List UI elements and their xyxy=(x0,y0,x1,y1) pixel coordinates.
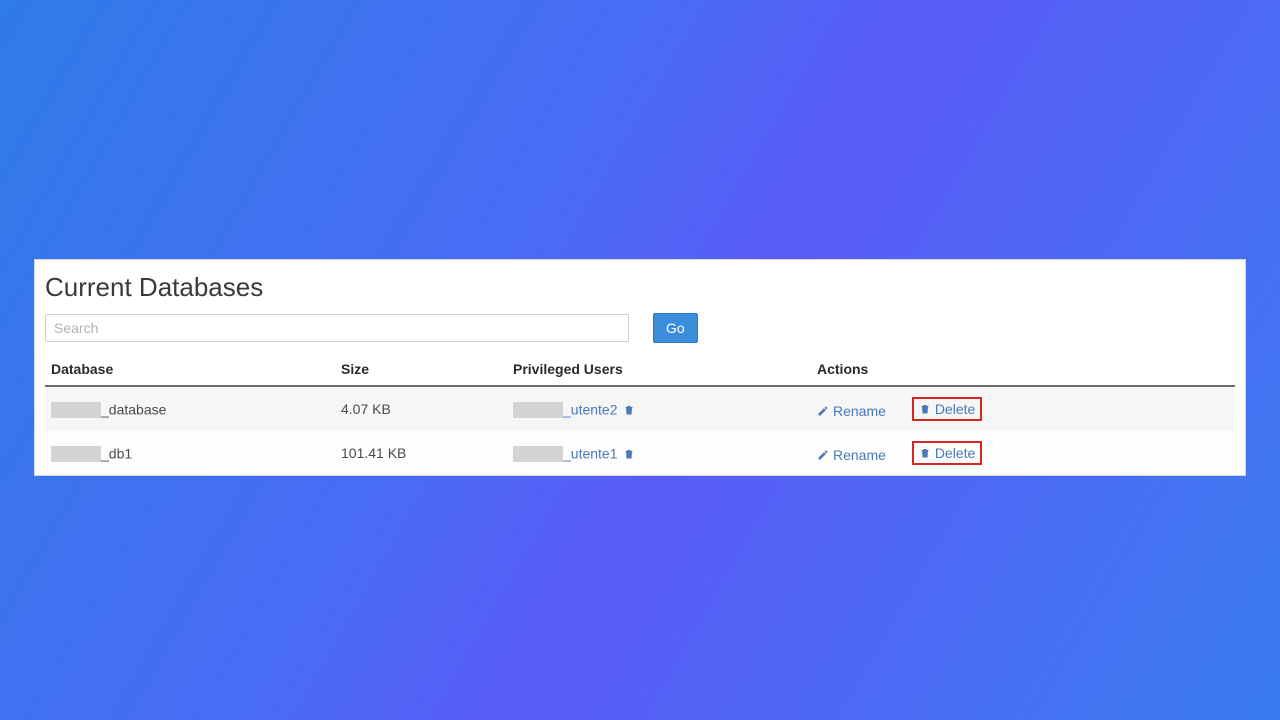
rename-label: Rename xyxy=(833,447,886,463)
delete-action[interactable]: Delete xyxy=(919,401,975,417)
table-row: _db1 101.41 KB _utente1 xyxy=(45,431,1235,475)
col-database-header: Database xyxy=(45,355,335,386)
col-actions-header: Actions xyxy=(811,355,1235,386)
databases-table: Database Size Privileged Users Actions _… xyxy=(45,355,1235,475)
redacted-prefix xyxy=(513,402,563,418)
delete-label: Delete xyxy=(935,445,975,461)
trash-icon[interactable] xyxy=(623,404,635,416)
redacted-prefix xyxy=(51,446,101,462)
delete-highlight: Delete xyxy=(912,397,982,421)
databases-panel: Current Databases Go Database Size Privi… xyxy=(34,259,1246,476)
privileged-user-link[interactable]: _utente1 xyxy=(563,446,618,462)
database-name: _db1 xyxy=(101,446,132,462)
rename-action[interactable]: Rename xyxy=(817,403,886,419)
privileged-user-link[interactable]: _utente2 xyxy=(563,402,618,418)
section-title: Current Databases xyxy=(45,272,1235,303)
pencil-icon xyxy=(817,405,829,417)
trash-icon[interactable] xyxy=(623,448,635,460)
database-name: _database xyxy=(101,402,166,418)
pencil-icon xyxy=(817,449,829,461)
col-size-header: Size xyxy=(335,355,507,386)
rename-action[interactable]: Rename xyxy=(817,447,886,463)
col-users-header: Privileged Users xyxy=(507,355,811,386)
search-row: Go xyxy=(45,313,1235,343)
delete-label: Delete xyxy=(935,401,975,417)
database-size: 4.07 KB xyxy=(335,386,507,431)
trash-icon xyxy=(919,447,931,459)
redacted-prefix xyxy=(51,402,101,418)
delete-action[interactable]: Delete xyxy=(919,445,975,461)
go-button[interactable]: Go xyxy=(653,313,698,343)
trash-icon xyxy=(919,403,931,415)
redacted-prefix xyxy=(513,446,563,462)
search-input[interactable] xyxy=(45,314,629,342)
rename-label: Rename xyxy=(833,403,886,419)
table-row: _database 4.07 KB _utente2 xyxy=(45,386,1235,431)
database-size: 101.41 KB xyxy=(335,431,507,475)
delete-highlight: Delete xyxy=(912,441,982,465)
